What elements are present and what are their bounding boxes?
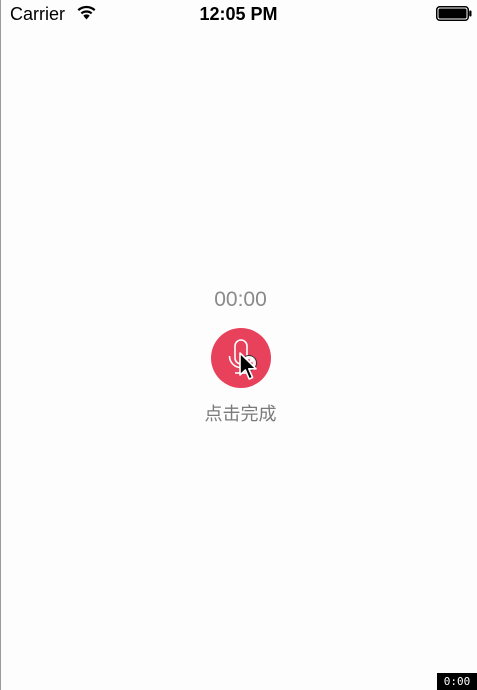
status-bar: Carrier 12:05 PM <box>0 0 477 28</box>
video-timestamp-badge: 0:00 <box>437 673 477 690</box>
battery-icon <box>436 6 472 21</box>
recording-timer: 00:00 <box>214 288 267 311</box>
left-edge-divider <box>0 0 1 690</box>
tap-to-finish-label: 点击完成 <box>204 404 277 424</box>
clock-label: 12:05 PM <box>199 4 278 24</box>
mouse-pointer-icon <box>238 352 262 384</box>
